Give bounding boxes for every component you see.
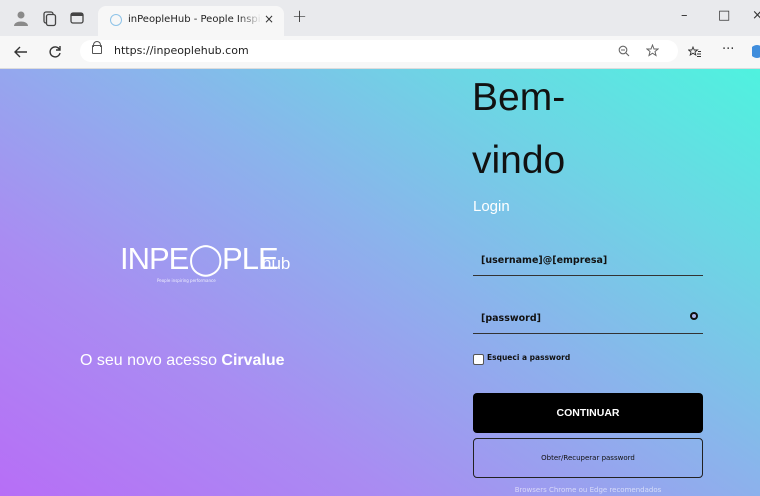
star-icon[interactable]	[646, 44, 659, 57]
minimize-button[interactable]: –	[681, 8, 688, 23]
password-input[interactable]	[473, 304, 703, 334]
url-text[interactable]: https://inpeoplehub.com	[114, 44, 249, 57]
tagline-brand: Cirvalue	[221, 352, 285, 369]
tab-actions-icon[interactable]	[68, 9, 86, 27]
favorites-icon[interactable]	[688, 46, 702, 59]
browser-tab-bar: inPeopleHub - People Inspiring Pe × + – …	[0, 0, 760, 36]
welcome-heading-line2: vindo	[472, 139, 566, 182]
login-page: INPE◯PLE hub People inspiring performanc…	[0, 69, 760, 496]
eye-icon[interactable]	[690, 312, 698, 320]
cirvalue-tagline: O seu novo acesso Cirvalue	[80, 352, 285, 370]
logo-hub-text: hub	[262, 254, 291, 273]
tab-title: inPeopleHub - People Inspiring Pe	[128, 14, 262, 25]
browser-tab-active[interactable]: inPeopleHub - People Inspiring Pe ×	[98, 6, 284, 36]
zoom-icon[interactable]	[618, 45, 630, 57]
forgot-password-label[interactable]: Esqueci a password	[487, 353, 570, 362]
tab-close-icon[interactable]: ×	[264, 12, 274, 26]
profile-icon[interactable]	[12, 9, 30, 27]
back-arrow-icon[interactable]	[14, 45, 28, 59]
address-bar-row: https://inpeoplehub.com ···	[0, 36, 760, 69]
collections-icon[interactable]	[40, 9, 58, 27]
recover-password-button[interactable]: Obter/Recuperar password	[473, 438, 703, 478]
username-input[interactable]	[473, 246, 703, 276]
new-tab-button[interactable]: +	[292, 6, 307, 27]
tagline-text: O seu novo acesso	[80, 352, 222, 369]
close-window-button[interactable]: ×	[752, 8, 760, 23]
logo-tagline: People inspiring performance	[157, 278, 216, 283]
forgot-password-checkbox[interactable]	[473, 354, 484, 365]
lock-icon[interactable]	[92, 41, 102, 54]
more-tools-button[interactable]: ···	[722, 42, 734, 57]
logo-wordmark: INPE◯PLE	[120, 241, 279, 276]
continue-button[interactable]: CONTINUAR	[473, 393, 703, 433]
login-title: Login	[473, 198, 510, 215]
favicon-icon	[110, 14, 122, 26]
maximize-button[interactable]: □	[718, 8, 730, 23]
browsers-recommendation: Browsers Chrome ou Edge recomendados	[514, 486, 662, 494]
refresh-icon[interactable]	[48, 45, 62, 59]
welcome-heading-line1: Bem-	[472, 76, 566, 119]
inpeoplehub-logo: INPE◯PLE hub People inspiring performanc…	[120, 241, 320, 291]
url-field[interactable]: https://inpeoplehub.com	[80, 40, 678, 62]
copilot-icon[interactable]	[750, 44, 760, 60]
